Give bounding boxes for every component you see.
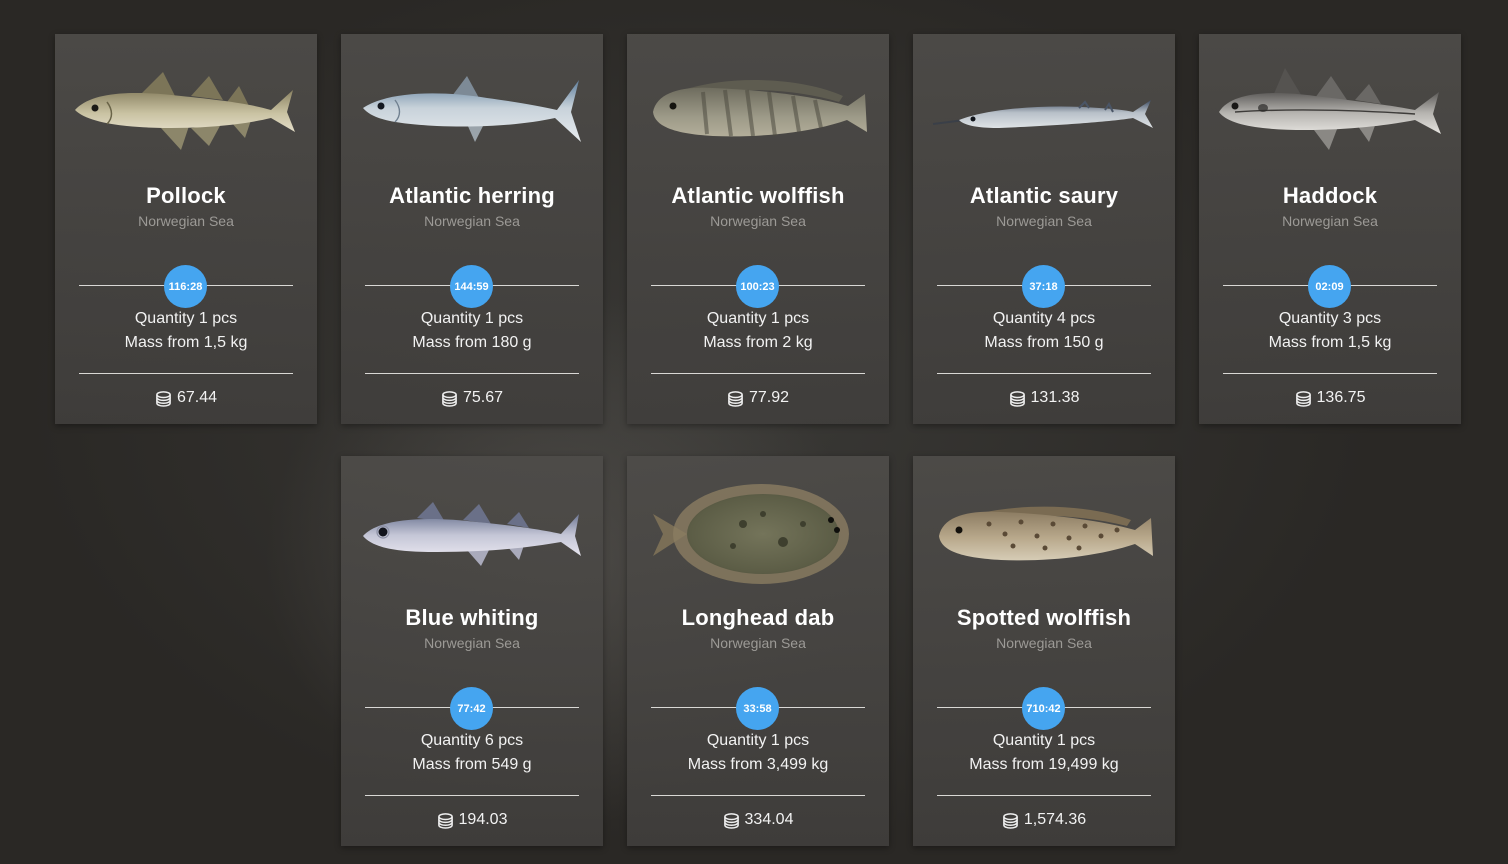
coins-icon bbox=[1295, 390, 1311, 407]
coins-icon bbox=[1009, 390, 1025, 407]
mass-text: Mass from 3,499 kg bbox=[687, 756, 829, 773]
timer-badge: 710:42 bbox=[1022, 687, 1065, 730]
fish-name: Spotted wolffish bbox=[956, 605, 1132, 630]
haddock-fish-icon bbox=[1215, 62, 1445, 162]
price-value: 75.67 bbox=[462, 389, 504, 406]
quantity-text: Quantity 1 pcs bbox=[420, 310, 524, 327]
coins-icon bbox=[156, 390, 171, 407]
divider bbox=[365, 795, 579, 796]
quantity-text: Quantity 4 pcs bbox=[992, 310, 1096, 327]
price-value: 136.75 bbox=[1316, 389, 1366, 406]
fish-name: Blue whiting bbox=[405, 605, 539, 630]
coins-icon bbox=[437, 812, 453, 829]
timer-badge: 116:28 bbox=[164, 265, 207, 308]
timer-badge: 33:58 bbox=[736, 687, 779, 730]
quantity-text: Quantity 3 pcs bbox=[1278, 310, 1382, 327]
price-row: 131.38 bbox=[913, 389, 1175, 407]
fish-card[interactable]: Atlantic herring Norwegian Sea 144:59 Qu… bbox=[341, 34, 603, 424]
timer-badge: 02:09 bbox=[1308, 265, 1351, 308]
price-row: 77.92 bbox=[627, 389, 889, 407]
mass-text: Mass from 2 kg bbox=[703, 334, 813, 351]
fish-card[interactable]: Haddock Norwegian Sea 02:09 Quantity 3 p… bbox=[1199, 34, 1461, 424]
pollock-fish-icon bbox=[71, 62, 301, 162]
fish-card[interactable]: Pollock Norwegian Sea 116:28 Quantity 1 … bbox=[55, 34, 317, 424]
fish-name: Pollock bbox=[146, 183, 226, 208]
quantity-text: Quantity 1 pcs bbox=[706, 732, 810, 749]
fish-location: Norwegian Sea bbox=[1282, 213, 1378, 229]
mass-text: Mass from 1,5 kg bbox=[124, 334, 248, 351]
fish-name: Atlantic wolffish bbox=[671, 183, 845, 208]
price-row: 1,574.36 bbox=[913, 811, 1175, 829]
timer-badge: 77:42 bbox=[450, 687, 493, 730]
fish-name: Longhead dab bbox=[681, 605, 835, 630]
fish-card[interactable]: Atlantic wolffish Norwegian Sea 100:23 Q… bbox=[627, 34, 889, 424]
price-row: 75.67 bbox=[341, 389, 603, 407]
fish-card[interactable]: Longhead dab Norwegian Sea 33:58 Quantit… bbox=[627, 456, 889, 846]
coins-icon bbox=[728, 390, 743, 407]
coins-icon bbox=[1002, 812, 1018, 829]
price-row: 136.75 bbox=[1199, 389, 1461, 407]
divider bbox=[651, 373, 865, 374]
blue-whiting-fish-icon bbox=[357, 484, 587, 584]
wolffish-fish-icon bbox=[643, 62, 873, 162]
divider bbox=[937, 373, 1151, 374]
mass-text: Mass from 1,5 kg bbox=[1268, 334, 1392, 351]
herring-fish-icon bbox=[357, 62, 587, 162]
fish-card[interactable]: Blue whiting Norwegian Sea 77:42 Quantit… bbox=[341, 456, 603, 846]
quantity-text: Quantity 6 pcs bbox=[420, 732, 524, 749]
fish-location: Norwegian Sea bbox=[424, 213, 520, 229]
divider bbox=[937, 795, 1151, 796]
mass-text: Mass from 150 g bbox=[984, 334, 1104, 351]
price-row: 334.04 bbox=[627, 811, 889, 829]
fish-card[interactable]: Atlantic saury Norwegian Sea 37:18 Quant… bbox=[913, 34, 1175, 424]
divider bbox=[651, 795, 865, 796]
price-value: 77.92 bbox=[748, 389, 790, 406]
quantity-text: Quantity 1 pcs bbox=[134, 310, 238, 327]
mass-text: Mass from 180 g bbox=[412, 334, 532, 351]
price-value: 1,574.36 bbox=[1023, 811, 1087, 828]
divider bbox=[79, 373, 293, 374]
price-row: 194.03 bbox=[341, 811, 603, 829]
timer-badge: 37:18 bbox=[1022, 265, 1065, 308]
price-value: 334.04 bbox=[744, 811, 794, 828]
coins-icon bbox=[723, 812, 739, 829]
fish-name: Atlantic herring bbox=[389, 183, 555, 208]
mass-text: Mass from 549 g bbox=[412, 756, 532, 773]
price-value: 194.03 bbox=[458, 811, 508, 828]
divider bbox=[365, 373, 579, 374]
fish-location: Norwegian Sea bbox=[996, 213, 1092, 229]
price-value: 67.44 bbox=[176, 389, 218, 406]
divider bbox=[1223, 373, 1437, 374]
fish-location: Norwegian Sea bbox=[710, 213, 806, 229]
fish-location: Norwegian Sea bbox=[138, 213, 234, 229]
spotted-wolffish-fish-icon bbox=[929, 484, 1159, 584]
quantity-text: Quantity 1 pcs bbox=[706, 310, 810, 327]
saury-fish-icon bbox=[929, 62, 1159, 162]
coins-icon bbox=[442, 390, 457, 407]
mass-text: Mass from 19,499 kg bbox=[969, 756, 1119, 773]
fish-card[interactable]: Spotted wolffish Norwegian Sea 710:42 Qu… bbox=[913, 456, 1175, 846]
timer-badge: 100:23 bbox=[736, 265, 779, 308]
price-value: 131.38 bbox=[1030, 389, 1080, 406]
dab-fish-icon bbox=[643, 484, 873, 584]
fish-name: Atlantic saury bbox=[969, 183, 1119, 208]
fish-location: Norwegian Sea bbox=[710, 635, 806, 651]
fish-location: Norwegian Sea bbox=[424, 635, 520, 651]
fish-name: Haddock bbox=[1282, 183, 1378, 208]
price-row: 67.44 bbox=[55, 389, 317, 407]
timer-badge: 144:59 bbox=[450, 265, 493, 308]
quantity-text: Quantity 1 pcs bbox=[992, 732, 1096, 749]
fish-location: Norwegian Sea bbox=[996, 635, 1092, 651]
